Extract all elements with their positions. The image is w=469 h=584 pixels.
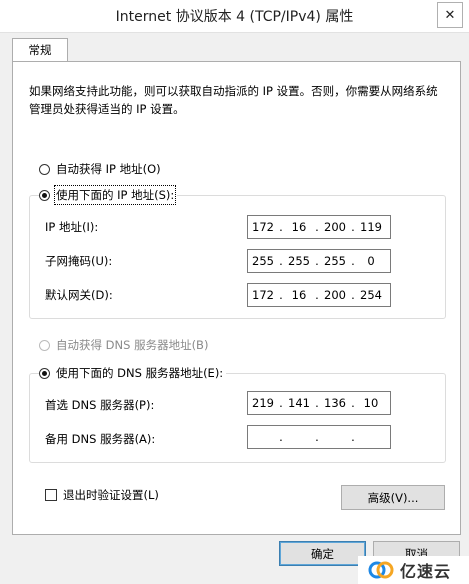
general-panel: 如果网络支持此功能，则可以获取自动指派的 IP 设置。否则，你需要从网络系统管理…	[12, 61, 461, 535]
gateway-label: 默认网关(D):	[45, 288, 113, 302]
subnet-octet-1: 255	[252, 254, 274, 268]
tab-general[interactable]: 常规	[12, 38, 68, 62]
close-button[interactable]: ✕	[437, 2, 463, 28]
dns-manual-option[interactable]: 使用下面的 DNS 服务器地址(E):	[39, 365, 227, 381]
preferred-dns-octet-2: 141	[288, 396, 310, 410]
ip-address-octet-2: 16	[291, 220, 307, 234]
dns-manual-label: 使用下面的 DNS 服务器地址(E):	[56, 366, 224, 380]
watermark-text: 亿速云	[400, 562, 452, 581]
preferred-dns-input[interactable]: 219. 141. 136. 10	[247, 391, 391, 415]
ip-address-octet-3: 200	[324, 220, 346, 234]
dns-manual-radio[interactable]	[39, 367, 50, 379]
gateway-octet-2: 16	[291, 288, 307, 302]
alternate-dns-input[interactable]: . . .	[247, 425, 391, 449]
cloud-logo-icon	[368, 561, 394, 579]
title-bar: Internet 协议版本 4 (TCP/IPv4) 属性 ✕	[0, 0, 469, 33]
validate-on-exit-checkbox[interactable]	[45, 489, 57, 501]
description-text: 如果网络支持此功能，则可以获取自动指派的 IP 设置。否则，你需要从网络系统管理…	[29, 84, 438, 116]
ip-address-label: IP 地址(I):	[45, 220, 99, 234]
subnet-mask-input[interactable]: 255. 255. 255. 0	[247, 249, 391, 273]
ip-auto-option[interactable]: 自动获得 IP 地址(O)	[39, 161, 161, 177]
validate-on-exit-label: 退出时验证设置(L)	[63, 488, 159, 502]
ip-manual-label: 使用下面的 IP 地址(S):	[53, 185, 177, 205]
preferred-dns-octet-3: 136	[324, 396, 346, 410]
subnet-octet-2: 255	[288, 254, 310, 268]
preferred-dns-octet-4: 10	[363, 396, 379, 410]
ip-auto-radio[interactable]	[39, 163, 50, 175]
tab-strip: 常规	[8, 38, 461, 62]
alternate-dns-label: 备用 DNS 服务器(A):	[45, 432, 156, 446]
gateway-octet-3: 200	[324, 288, 346, 302]
ip-manual-radio[interactable]	[39, 189, 50, 201]
validate-on-exit-option[interactable]: 退出时验证设置(L)	[45, 487, 159, 503]
gateway-octet-4: 254	[360, 288, 382, 302]
watermark: 亿速云	[358, 556, 469, 584]
ok-button[interactable]: 确定	[279, 541, 366, 566]
dns-auto-label: 自动获得 DNS 服务器地址(B)	[56, 338, 209, 352]
subnet-mask-label: 子网掩码(U):	[45, 254, 113, 268]
preferred-dns-octet-1: 219	[252, 396, 274, 410]
ip-address-octet-4: 119	[360, 220, 382, 234]
dns-settings-group	[29, 373, 446, 463]
preferred-dns-label: 首选 DNS 服务器(P):	[45, 398, 155, 412]
dns-auto-radio[interactable]	[39, 339, 50, 351]
close-icon: ✕	[444, 7, 456, 23]
ip-address-input[interactable]: 172. 16. 200. 119	[247, 215, 391, 239]
dns-auto-option[interactable]: 自动获得 DNS 服务器地址(B)	[39, 337, 208, 353]
ip-address-octet-1: 172	[252, 220, 274, 234]
subnet-octet-4: 0	[367, 254, 375, 268]
gateway-octet-1: 172	[252, 288, 274, 302]
advanced-button[interactable]: 高级(V)...	[341, 485, 445, 510]
gateway-input[interactable]: 172. 16. 200. 254	[247, 283, 391, 307]
subnet-octet-3: 255	[324, 254, 346, 268]
ip-auto-label: 自动获得 IP 地址(O)	[56, 162, 161, 176]
window-title: Internet 协议版本 4 (TCP/IPv4) 属性	[115, 9, 354, 25]
ip-manual-option[interactable]: 使用下面的 IP 地址(S):	[39, 185, 178, 205]
